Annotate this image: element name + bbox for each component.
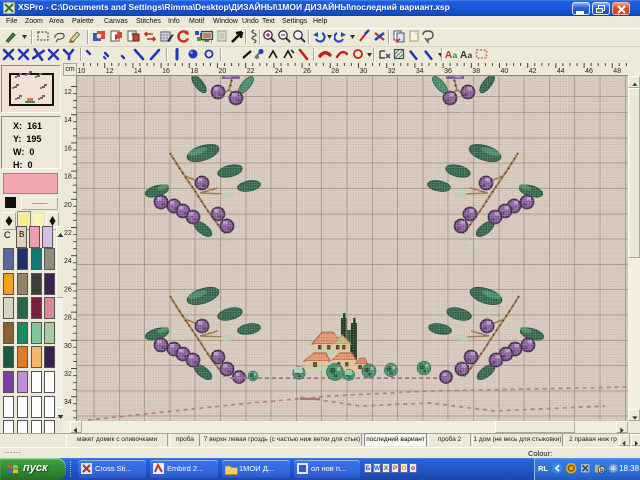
svg-text:12: 12	[106, 68, 114, 75]
svg-text:38: 38	[472, 68, 480, 75]
svg-text:16: 16	[162, 68, 170, 75]
svg-text:34: 34	[64, 399, 72, 406]
svg-text:A: A	[445, 50, 452, 61]
svg-text:48: 48	[613, 68, 621, 75]
svg-text:36: 36	[444, 68, 452, 75]
svg-text:a: a	[453, 50, 458, 60]
svg-text:14: 14	[64, 117, 72, 124]
svg-text:28: 28	[331, 68, 339, 75]
svg-text:26: 26	[303, 68, 311, 75]
svg-text:22: 22	[247, 68, 255, 75]
svg-text:16: 16	[64, 145, 72, 152]
svg-text:20: 20	[64, 202, 72, 209]
svg-text:24: 24	[64, 258, 72, 265]
svg-text:12: 12	[64, 89, 72, 96]
svg-text:10: 10	[78, 68, 86, 75]
svg-text:44: 44	[557, 68, 565, 75]
svg-text:18: 18	[190, 68, 198, 75]
svg-text:30: 30	[360, 68, 368, 75]
svg-text:28: 28	[64, 315, 72, 322]
svg-text:b: b	[600, 467, 604, 474]
svg-text:32: 32	[64, 371, 72, 378]
svg-text:a: a	[468, 50, 473, 60]
svg-text:40: 40	[501, 68, 509, 75]
svg-text:26: 26	[64, 286, 72, 293]
svg-text:30: 30	[64, 343, 72, 350]
svg-text:14: 14	[134, 68, 142, 75]
svg-text:46: 46	[585, 68, 593, 75]
svg-text:18: 18	[64, 174, 72, 181]
svg-text:20: 20	[219, 68, 227, 75]
svg-text:A: A	[460, 50, 467, 61]
svg-text:42: 42	[529, 68, 537, 75]
svg-text:34: 34	[416, 68, 424, 75]
svg-text:22: 22	[64, 230, 72, 237]
svg-text:24: 24	[275, 68, 283, 75]
svg-text:32: 32	[388, 68, 396, 75]
